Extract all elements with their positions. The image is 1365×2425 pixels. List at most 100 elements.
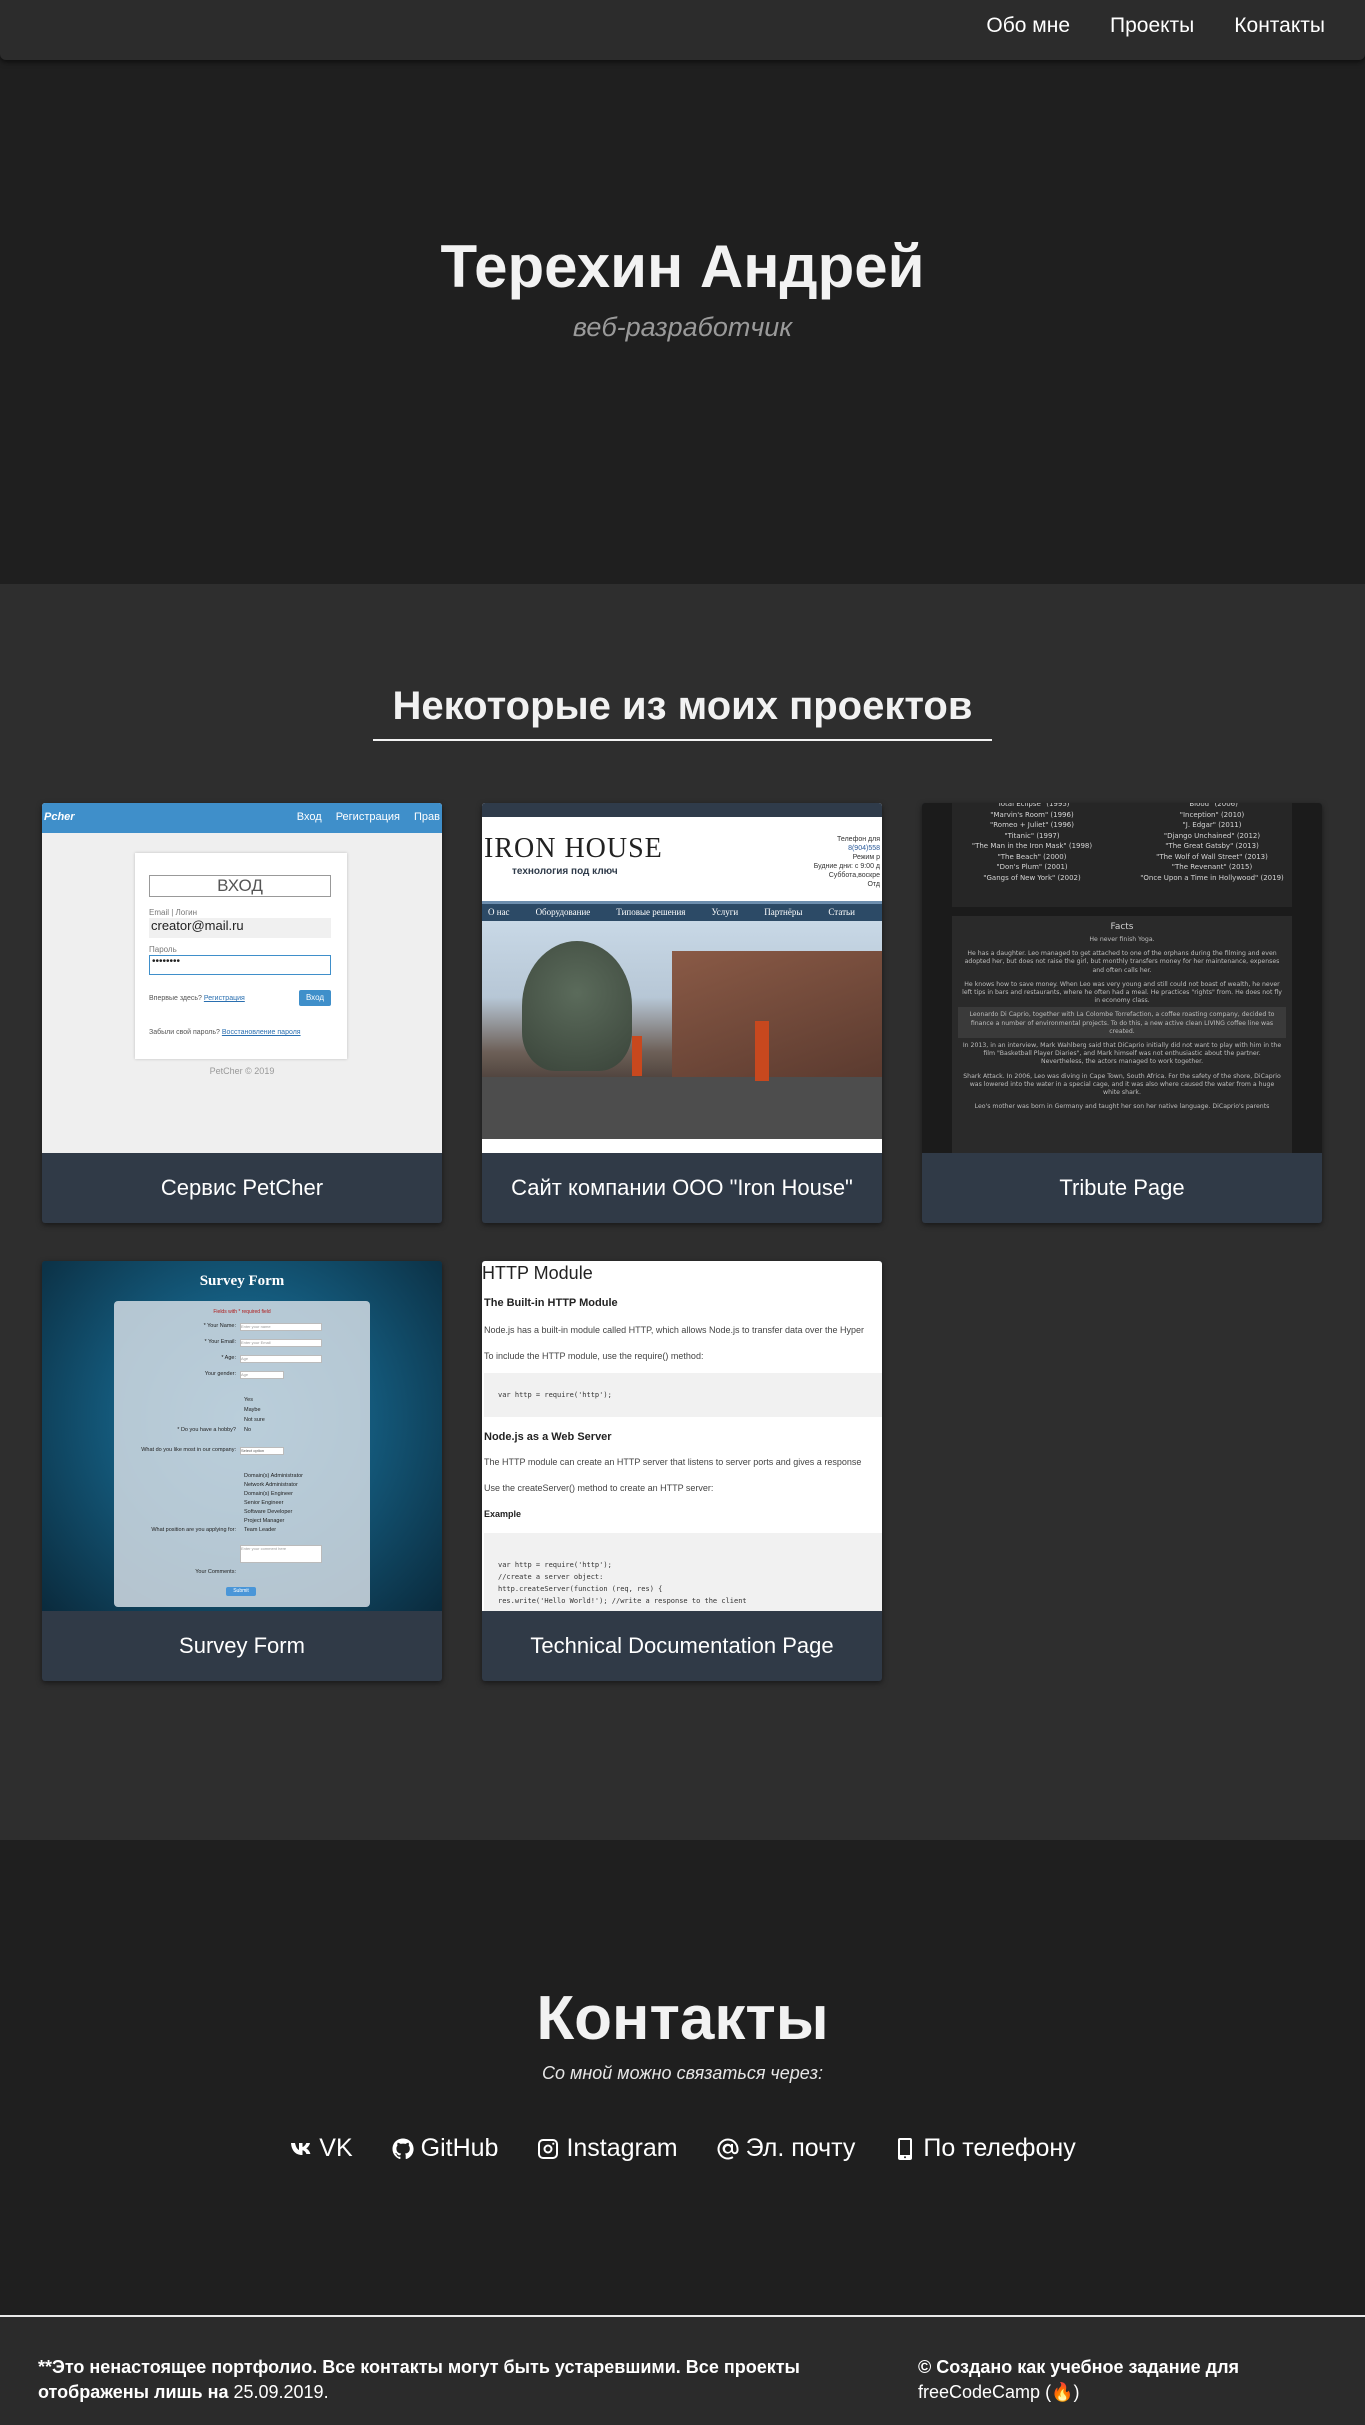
project-card-petcher[interactable]: Pcher Вход Регистрация Прав ВХОД Email |… xyxy=(42,803,442,1223)
instagram-icon xyxy=(538,2138,559,2159)
thumb-fact: Leo's mother was born in Germany and tau… xyxy=(974,1103,1270,1111)
at-icon xyxy=(717,2138,739,2159)
footer-credit-text: © Создано как учебное задание для xyxy=(918,2357,1240,2377)
thumb-doc-code: var http = require('http'); xyxy=(484,1373,882,1417)
footer: **Это ненастоящее портфолио. Все контакт… xyxy=(0,2315,1365,2425)
nav-links: Обо мне Проекты Контакты xyxy=(986,14,1325,38)
thumb-tagline: технология под ключ xyxy=(512,866,618,877)
thumb-menu-item: Статьи xyxy=(828,907,855,917)
contact-link-label: По телефону xyxy=(923,2134,1076,2162)
thumb-film-item: "Inception" (2010) xyxy=(1179,810,1245,819)
thumb-nav-item: Вход xyxy=(296,811,322,823)
contact-link-label: VK xyxy=(319,2134,353,2162)
thumb-copyright: PetCher © 2019 xyxy=(209,1066,275,1076)
footer-date: 25.09.2019. xyxy=(233,2382,329,2402)
thumb-logo: Pcher xyxy=(44,811,75,823)
thumb-submit-button: Вход xyxy=(299,990,331,1006)
thumb-photo xyxy=(482,921,882,1139)
thumb-doc-text: Use the createServer() method to create … xyxy=(484,1483,714,1493)
thumb-login-label: Email | Логин xyxy=(149,908,198,917)
thumb-film-item: "Marvin's Room" (1996) xyxy=(990,810,1074,819)
contact-link-email[interactable]: Эл. почту xyxy=(716,2134,855,2163)
thumb-fact: Leonardo Di Caprio, together with La Col… xyxy=(958,1007,1286,1039)
thumb-password-input: •••••••• xyxy=(149,955,331,975)
thumb-doc-text: Node.js has a built-in module called HTT… xyxy=(484,1325,865,1335)
thumb-password-label: Пароль xyxy=(149,945,177,954)
project-card-ironhouse[interactable]: IRON HOUSE технология под ключ Телефон д… xyxy=(482,803,882,1223)
footer-disclaimer: **Это ненастоящее портфолио. Все контакт… xyxy=(38,2355,868,2405)
thumb-film-list: "Total Eclipse" (1995) "Marvin's Room" (1… xyxy=(952,803,1292,907)
thumb-film-item: "Romeo + Juliet" (1996) xyxy=(990,821,1074,829)
github-icon xyxy=(392,2138,414,2159)
contact-link-instagram[interactable]: Instagram xyxy=(536,2134,678,2163)
thumb-fact: He never finish Yoga. xyxy=(1089,936,1155,943)
project-card-title: Survey Form xyxy=(179,1633,305,1658)
thumb-brand-logo: IRON HOUSE xyxy=(484,833,663,864)
project-thumbnail: Pcher Вход Регистрация Прав ВХОД Email |… xyxy=(42,803,442,1153)
vk-icon xyxy=(291,2142,311,2155)
project-card-title: Сайт компании ООО "Iron House" xyxy=(511,1175,853,1200)
thumb-doc-code: var http = require('http'); //create a s… xyxy=(484,1533,882,1611)
thumb-menu-item: Услуги xyxy=(711,907,739,917)
thumb-login-box: ВХОД Email | Логин creator@mail.ru Парол… xyxy=(135,853,347,1059)
hero-section: Терехин Андрей веб-разработчик xyxy=(0,0,1365,584)
thumb-film-item: "The Beach" (2000) xyxy=(997,852,1067,861)
nav-link-about[interactable]: Обо мне xyxy=(986,14,1070,38)
thumb-menu-item: О нас xyxy=(488,907,510,917)
thumb-film-item: "Once Upon a Time in Hollywood" (2019) xyxy=(1140,873,1284,882)
project-card-title: Tribute Page xyxy=(1059,1175,1185,1200)
thumb-film-item: "The Revenant" (2015) xyxy=(1171,863,1253,871)
thumb-survey-form: Fields with * required field * Your Name… xyxy=(114,1301,370,1607)
thumb-film-item: "The Wolf of Wall Street" (2013) xyxy=(1156,852,1268,861)
thumb-login-title: ВХОД xyxy=(149,875,331,897)
thumb-film-item: "The Man in the Iron Mask" (1998) xyxy=(971,842,1093,850)
project-card-tribute[interactable]: "Total Eclipse" (1995) "Marvin's Room" (1… xyxy=(922,803,1322,1223)
thumb-required-note: Fields with * required field xyxy=(213,1309,271,1315)
contact-link-vk[interactable]: VK xyxy=(289,2134,353,2163)
contacts-subtitle: Со мной можно связаться через: xyxy=(542,2063,823,2083)
thumb-film-item: "The Great Gatsby" (2013) xyxy=(1165,842,1259,850)
thumb-nav-item: Регистрация xyxy=(335,811,400,823)
top-navbar: Обо мне Проекты Контакты xyxy=(0,0,1365,60)
contact-link-github[interactable]: GitHub xyxy=(391,2134,499,2163)
thumb-film-item: "Titanic" (1997) xyxy=(1004,831,1060,840)
fire-icon: (🔥) xyxy=(1045,2382,1080,2402)
thumb-login-input: creator@mail.ru xyxy=(149,918,331,938)
thumb-navbar: Pcher Вход Регистрация Прав xyxy=(42,803,442,833)
thumb-doc-section: Example xyxy=(484,1509,522,1519)
contact-links: VK GitHub Instagram Эл. почту По телефон… xyxy=(0,2134,1365,2163)
nav-link-projects[interactable]: Проекты xyxy=(1110,14,1194,38)
footer-credit: © Создано как учебное задание для freeCo… xyxy=(918,2355,1318,2405)
project-card-title: Technical Documentation Page xyxy=(530,1633,834,1658)
thumb-doc-heading: HTTP Module xyxy=(482,1263,593,1283)
thumb-facts: Facts He never finish Yoga. He has a dau… xyxy=(952,916,1292,1153)
thumb-film-item: "Gangs of New York" (2002) xyxy=(983,873,1081,882)
thumb-film-item: "J. Edgar" (2011) xyxy=(1182,821,1242,829)
thumb-forgot-text: Забыли свой пароль? Восстановление парол… xyxy=(149,1029,301,1036)
phone-icon xyxy=(898,2137,913,2160)
contacts-section: Контакты Со мной можно связаться через: … xyxy=(0,1840,1365,2315)
project-card-survey[interactable]: Survey Form Fields with * required field… xyxy=(42,1261,442,1681)
thumb-survey-submit: Submit xyxy=(226,1587,256,1596)
thumb-fact: He knows how to save money. When Leo was… xyxy=(962,980,1282,1005)
contact-link-label: Instagram xyxy=(566,2134,678,2162)
project-thumbnail: "Total Eclipse" (1995) "Marvin's Room" (1… xyxy=(922,803,1322,1153)
project-thumbnail: IRON HOUSE технология под ключ Телефон д… xyxy=(482,803,882,1153)
project-card-techdoc[interactable]: HTTP Module The Built-in HTTP Module Nod… xyxy=(482,1261,882,1681)
contacts-title: Контакты xyxy=(536,1984,829,2053)
thumb-nav-item: Прав xyxy=(414,811,440,823)
thumb-fact: Shark Attack. In 2006, Leo was diving in… xyxy=(963,1072,1281,1097)
contact-link-phone[interactable]: По телефону xyxy=(893,2134,1076,2163)
projects-heading: Некоторые из моих проектов xyxy=(372,684,993,741)
thumb-doc-section: The Built-in HTTP Module xyxy=(484,1297,618,1309)
contact-link-label: GitHub xyxy=(420,2134,499,2162)
nav-link-contacts[interactable]: Контакты xyxy=(1234,14,1325,38)
freecodecamp-link[interactable]: freeCodeCamp xyxy=(918,2382,1040,2402)
thumb-fact: He has a daughter. Leo managed to get at… xyxy=(964,950,1280,974)
thumb-register-text: Впервые здесь? Регистрация xyxy=(149,995,245,1002)
thumb-film-item: "Django Unchained" (2012) xyxy=(1163,831,1261,840)
thumb-menu-item: Типовые решения xyxy=(616,907,686,917)
hero-subtitle: веб-разработчик xyxy=(572,312,793,342)
project-thumbnail: Survey Form Fields with * required field… xyxy=(42,1261,442,1611)
footer-disclaimer-text: **Это ненастоящее портфолио. Все контакт… xyxy=(38,2357,800,2402)
